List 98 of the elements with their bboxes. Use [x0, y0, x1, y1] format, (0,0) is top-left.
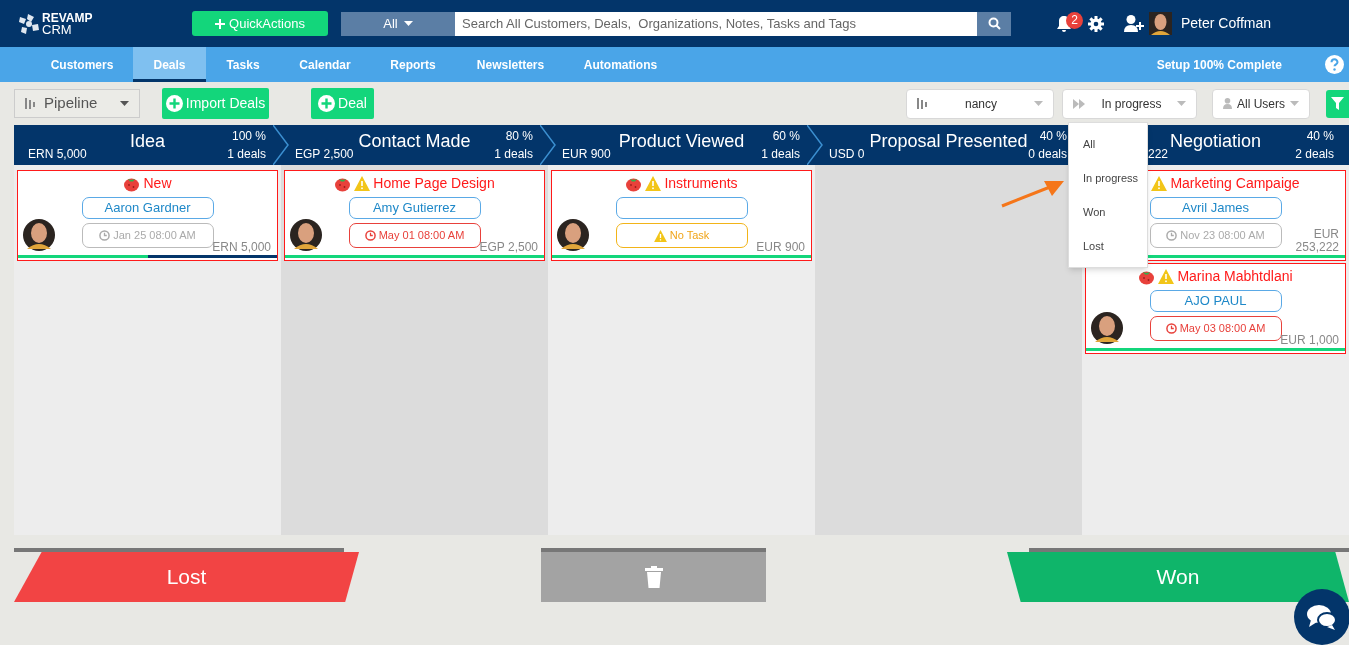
chat-button[interactable] [1294, 589, 1349, 645]
stage-deal-count: 0 deals [1028, 146, 1067, 163]
annotation-arrow [1000, 178, 1066, 208]
deal-title[interactable]: Marketing Campaige [1170, 173, 1300, 194]
search-scope-dropdown[interactable]: All [341, 11, 455, 36]
avatar [290, 219, 322, 251]
filter-icon [1331, 97, 1344, 110]
task-pill[interactable]: No Task [615, 223, 748, 248]
clock-icon [1165, 323, 1177, 334]
stage-deal-count: 1 deals [494, 146, 533, 163]
deal-card[interactable]: New Aaron Gardner Jan 25 08:00 AM ERN 5,000 [17, 170, 278, 261]
warning-icon [653, 229, 667, 242]
deal-amount: ERN 5,000 [211, 241, 271, 254]
deal-card[interactable]: Home Page Design Amy Gutierrez May 01 08:00 AM EGP 2,500 [284, 170, 545, 261]
delete-drop-zone[interactable] [541, 548, 766, 602]
bars-icon [25, 98, 36, 109]
contact-pill[interactable]: AJO PAUL [1149, 290, 1282, 312]
caret-icon [1034, 101, 1043, 106]
user-name[interactable]: Peter Coffman [1181, 13, 1271, 34]
nav-tab[interactable]: Automations [565, 47, 676, 82]
won-drop-zone[interactable]: Won [1007, 552, 1349, 602]
stage-percent: 60 % [772, 128, 800, 145]
stage-deal-count: 2 deals [1295, 146, 1334, 163]
task-pill[interactable]: May 03 08:00 AM [1149, 316, 1282, 341]
task-pill[interactable]: Jan 25 08:00 AM [81, 223, 214, 248]
caret-icon [403, 21, 413, 26]
nav-tab[interactable]: Tasks [206, 47, 280, 82]
contact-pill[interactable]: Amy Gutierrez [348, 197, 481, 219]
task-pill[interactable]: Nov 23 08:00 AM [1149, 223, 1282, 248]
avatar [557, 219, 589, 251]
stage-title: Contact Made [358, 130, 471, 153]
stage-title: Negotiation [1169, 130, 1262, 153]
add-icon [165, 95, 183, 112]
contact-pill[interactable] [615, 197, 748, 219]
stage-amount: ERN 5,000 [28, 146, 87, 163]
lost-drop-zone[interactable]: Lost [14, 552, 359, 602]
chat-icon [1307, 604, 1337, 630]
stage-title: Proposal Presented [869, 130, 1028, 153]
deal-amount: EUR 900 [755, 241, 805, 254]
nav-tab[interactable]: Calendar [280, 47, 370, 82]
logo-subtext: CRM [42, 23, 72, 35]
avatar [23, 219, 55, 251]
user-avatar[interactable] [1149, 12, 1172, 35]
nav-tab[interactable]: Customers [40, 47, 124, 82]
contact-pill[interactable]: Aaron Gardner [81, 197, 214, 219]
deal-title[interactable]: Home Page Design [373, 173, 495, 194]
forward-icon [1073, 98, 1086, 109]
deal-card[interactable]: Instruments No Task EUR 900 [551, 170, 812, 261]
stage-percent: 40 % [1039, 128, 1067, 145]
avatar [1091, 312, 1123, 344]
stage-percent: 40 % [1306, 128, 1334, 145]
caret-icon [1177, 101, 1186, 106]
add-icon [318, 95, 336, 112]
logo-text: REVAMP [42, 12, 93, 24]
plus-icon [215, 18, 226, 29]
notification-badge: 2 [1066, 11, 1083, 29]
caret-icon [120, 101, 129, 106]
deal-card[interactable]: Marina Mabhtdlani AJO PAUL May 03 08:00 AM EUR 1,000 [1085, 263, 1346, 354]
stage-title: Product Viewed [618, 130, 745, 153]
clock-icon [99, 230, 111, 241]
bars-icon [917, 98, 928, 109]
stage-percent: 80 % [505, 128, 533, 145]
stage-title: Idea [129, 130, 165, 153]
stage-deal-count: 1 deals [227, 146, 266, 163]
clock-icon [1166, 230, 1178, 241]
deal-amount: EUR 253,222 [1294, 228, 1339, 254]
trash-icon [644, 566, 663, 588]
stage-percent: 100 % [231, 128, 266, 145]
search-field[interactable]: Search All Customers, Deals, Organizations, Notes, Tasks and Tags [455, 11, 977, 36]
user-icon [1223, 98, 1232, 109]
logo-icon [18, 12, 40, 35]
view-dropdown[interactable]: Pipeline [14, 89, 140, 118]
nav-tab[interactable]: Newsletters [456, 47, 565, 82]
deal-title[interactable]: New [143, 173, 172, 194]
user-filter-dropdown[interactable]: All Users [1212, 88, 1310, 119]
task-pill[interactable]: May 01 08:00 AM [348, 223, 481, 248]
stage-amount: EGP 2,500 [295, 146, 354, 163]
stage-amount: EUR 900 [562, 146, 611, 163]
contact-pill[interactable]: Avril James [1149, 197, 1282, 219]
pipeline-filter-dropdown[interactable]: nancy [906, 88, 1054, 119]
deal-title[interactable]: Marina Mabhtdlani [1177, 266, 1293, 287]
help-icon[interactable] [1325, 55, 1344, 74]
deal-title[interactable]: Instruments [664, 173, 738, 194]
search-icon [987, 17, 1001, 30]
settings-icon[interactable] [1088, 15, 1104, 32]
nav-tab[interactable]: Reports [370, 47, 456, 82]
stage-deal-count: 1 deals [761, 146, 800, 163]
deal-amount: EGP 2,500 [478, 241, 538, 254]
search-button[interactable] [977, 11, 1011, 36]
stage-amount: 222 [1148, 146, 1169, 163]
deal-amount: EUR 1,000 [1279, 334, 1339, 347]
add-user-icon[interactable] [1124, 15, 1146, 32]
status-filter-dropdown[interactable]: In progress [1062, 88, 1197, 119]
caret-icon [1290, 101, 1299, 106]
setup-progress-link[interactable]: Setup 100% Complete [1156, 55, 1282, 74]
menu-option[interactable]: All [1069, 127, 1147, 161]
clock-icon [364, 230, 376, 241]
stage-amount: USD 0 [829, 146, 865, 163]
